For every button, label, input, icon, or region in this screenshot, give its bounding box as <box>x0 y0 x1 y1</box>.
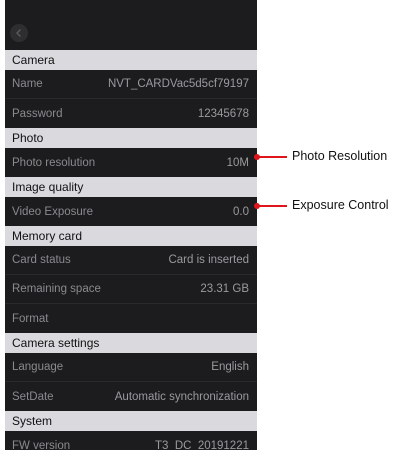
settings-screen: Camera Name NVT_CARDVac5d5cf79197 Passwo… <box>5 0 257 450</box>
row-value: Automatic synchronization <box>114 390 249 403</box>
row-set-date[interactable]: SetDate Automatic synchronization <box>5 382 257 411</box>
row-value: English <box>211 361 249 373</box>
row-value: T3_DC_20191221 <box>155 439 249 450</box>
row-value: Card is inserted <box>168 254 249 266</box>
row-password[interactable]: Password 12345678 <box>5 99 257 128</box>
row-label: SetDate <box>12 390 54 403</box>
top-bar <box>5 0 257 50</box>
row-label: Format <box>12 312 49 325</box>
row-label: Name <box>12 78 43 90</box>
row-remaining-space[interactable]: Remaining space 23.31 GB <box>5 275 257 304</box>
annotation-line <box>257 205 287 207</box>
row-video-exposure[interactable]: Video Exposure 0.0 <box>5 197 257 226</box>
row-value: 12345678 <box>197 107 249 120</box>
row-value: 0.0 <box>233 205 249 218</box>
row-card-status[interactable]: Card status Card is inserted <box>5 246 257 275</box>
row-photo-resolution[interactable]: Photo resolution 10M <box>5 148 257 177</box>
row-label: Language <box>12 361 64 373</box>
section-image-quality: Image quality <box>5 177 257 197</box>
annotation-label: Photo Resolution <box>292 149 388 163</box>
annotation-line <box>257 156 287 158</box>
row-format[interactable]: Format <box>5 304 257 333</box>
row-label: Photo resolution <box>12 156 96 169</box>
row-label: Remaining space <box>12 283 101 295</box>
row-label: FW version <box>12 439 71 450</box>
row-language[interactable]: Language English <box>5 353 257 382</box>
chevron-left-icon <box>16 29 21 37</box>
section-camera: Camera <box>5 50 257 70</box>
row-label: Card status <box>12 254 71 266</box>
row-value: 10M <box>226 156 249 169</box>
section-camera-settings: Camera settings <box>5 333 257 353</box>
annotation-label: Exposure Control <box>292 198 389 212</box>
row-value: 23.31 GB <box>200 283 249 295</box>
back-button[interactable] <box>10 24 28 42</box>
section-memory-card: Memory card <box>5 226 257 246</box>
row-label: Video Exposure <box>12 205 93 218</box>
section-photo: Photo <box>5 128 257 148</box>
section-system: System <box>5 411 257 431</box>
row-value: NVT_CARDVac5d5cf79197 <box>107 78 249 90</box>
row-label: Password <box>12 107 63 120</box>
row-fw-version[interactable]: FW version T3_DC_20191221 <box>5 431 257 450</box>
row-name[interactable]: Name NVT_CARDVac5d5cf79197 <box>5 70 257 99</box>
